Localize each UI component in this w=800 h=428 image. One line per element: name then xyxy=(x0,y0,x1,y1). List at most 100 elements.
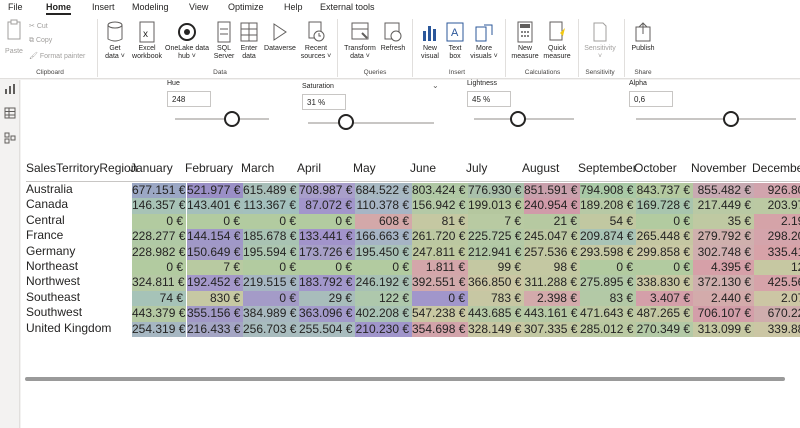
matrix-cell[interactable]: 122 € xyxy=(355,290,412,307)
alpha-input[interactable]: 0,6 xyxy=(629,91,673,107)
matrix-cell[interactable]: 392.551 € xyxy=(412,275,468,291)
chevron-down-icon[interactable]: ⌄ xyxy=(432,81,439,90)
matrix-cell[interactable]: 216.433 € xyxy=(187,321,243,337)
matrix-cell[interactable]: 776.930 € xyxy=(468,183,524,199)
matrix-row-label[interactable]: United Kingdom xyxy=(26,321,111,335)
matrix-row-header[interactable]: SalesTerritoryRegion xyxy=(26,161,137,175)
paste-button[interactable]: Paste xyxy=(3,19,25,59)
new-measure-button[interactable]: New measure xyxy=(509,21,541,66)
matrix-row-label[interactable]: Northwest xyxy=(26,274,80,288)
matrix-cell[interactable]: 328.149 € xyxy=(468,321,524,337)
alpha-thumb[interactable] xyxy=(723,111,739,127)
matrix-cell[interactable]: 54 € xyxy=(580,213,636,230)
matrix-cell[interactable]: 29 € xyxy=(299,290,355,307)
matrix-cell[interactable]: 35 € xyxy=(693,213,754,230)
matrix-cell[interactable]: 192.452 € xyxy=(187,275,243,291)
onelake-data-hub-button[interactable]: OneLake data hub ˅ xyxy=(163,21,211,66)
matrix-cell[interactable]: 708.987 € xyxy=(299,183,355,199)
matrix-cell[interactable]: 311.288 € xyxy=(524,275,580,291)
publish-button[interactable]: Publish xyxy=(628,21,658,66)
matrix-cell[interactable]: 851.591 € xyxy=(524,183,580,199)
matrix-cell[interactable]: 324.811 € xyxy=(132,275,186,291)
matrix-row-label[interactable]: Southeast xyxy=(26,290,80,304)
matrix-cell[interactable]: 803.424 € xyxy=(412,183,468,199)
matrix-cell[interactable]: 363.096 € xyxy=(299,306,355,322)
matrix-cell[interactable]: 261.720 € xyxy=(412,229,468,245)
matrix-cell[interactable]: 855.482 € xyxy=(693,183,754,199)
saturation-thumb[interactable] xyxy=(338,114,355,130)
matrix-cell[interactable]: 0 € xyxy=(636,213,693,230)
menu-home[interactable]: Home xyxy=(46,2,71,12)
matrix-column-header[interactable]: July xyxy=(466,161,487,175)
menu-external-tools[interactable]: External tools xyxy=(320,2,375,12)
matrix-cell[interactable]: 384.989 € xyxy=(243,306,299,322)
sql-server-button[interactable]: SQL Server xyxy=(211,21,237,66)
model-view-icon[interactable] xyxy=(4,132,16,144)
matrix-cell[interactable]: 1.811 € xyxy=(412,260,468,276)
matrix-cell[interactable]: 0 € xyxy=(299,260,355,276)
matrix-cell[interactable]: 794.908 € xyxy=(580,183,636,199)
matrix-cell[interactable]: 146.357 € xyxy=(132,198,186,214)
matrix-cell[interactable]: 843.737 € xyxy=(636,183,693,199)
matrix-cell[interactable]: 279.792 € xyxy=(693,229,754,245)
matrix-cell[interactable]: 144.154 € xyxy=(187,229,243,245)
matrix-cell[interactable]: 443.161 € xyxy=(524,306,580,322)
matrix-cell[interactable]: 608 € xyxy=(355,213,412,230)
matrix-column-header[interactable]: April xyxy=(297,161,321,175)
refresh-button[interactable]: Refresh xyxy=(379,21,407,66)
matrix-column-header[interactable]: October xyxy=(634,161,677,175)
more-visuals-button[interactable]: More visuals ˅ xyxy=(469,21,499,66)
matrix-cell[interactable]: 471.643 € xyxy=(580,306,636,322)
matrix-cell[interactable]: 0 € xyxy=(243,260,299,276)
matrix-cell[interactable]: 0 € xyxy=(636,260,693,276)
matrix-column-header[interactable]: February xyxy=(185,161,233,175)
matrix-cell[interactable]: 166.663 € xyxy=(355,229,412,245)
matrix-cell[interactable]: 425.561 € xyxy=(754,275,800,291)
matrix-row-label[interactable]: Germany xyxy=(26,244,75,258)
matrix-cell[interactable]: 402.208 € xyxy=(355,306,412,322)
matrix-cell[interactable]: 926.803 € xyxy=(754,183,800,199)
matrix-cell[interactable]: 302.748 € xyxy=(693,244,754,260)
matrix-row-label[interactable]: Southwest xyxy=(26,305,82,319)
matrix-cell[interactable]: 0 € xyxy=(580,260,636,276)
matrix-column-header[interactable]: August xyxy=(522,161,559,175)
matrix-cell[interactable]: 372.130 € xyxy=(693,275,754,291)
menu-modeling[interactable]: Modeling xyxy=(132,2,169,12)
matrix-column-header[interactable]: March xyxy=(241,161,274,175)
matrix-cell[interactable]: 0 € xyxy=(132,260,186,276)
menu-help[interactable]: Help xyxy=(284,2,303,12)
matrix-cell[interactable]: 2.440 € xyxy=(693,290,754,307)
copy-button[interactable]: ⧉ Copy xyxy=(29,37,52,45)
saturation-track[interactable] xyxy=(308,122,434,124)
matrix-cell[interactable]: 706.107 € xyxy=(693,306,754,322)
matrix-cell[interactable]: 195.594 € xyxy=(243,244,299,260)
new-visual-button[interactable]: New visual xyxy=(417,21,443,66)
matrix-cell[interactable]: 203.974 € xyxy=(754,198,800,214)
table-view-icon[interactable] xyxy=(4,107,16,119)
matrix-cell[interactable]: 74 € xyxy=(132,290,186,307)
matrix-cell[interactable]: 257.536 € xyxy=(524,244,580,260)
matrix-cell[interactable]: 307.335 € xyxy=(524,321,580,337)
matrix-column-header[interactable]: May xyxy=(353,161,376,175)
matrix-cell[interactable]: 113.367 € xyxy=(243,198,299,214)
report-view-icon[interactable] xyxy=(4,83,16,95)
matrix-cell[interactable]: 81 € xyxy=(412,213,468,230)
matrix-row-label[interactable]: Central xyxy=(26,213,65,227)
matrix-cell[interactable]: 209.874 € xyxy=(580,229,636,245)
matrix-cell[interactable]: 830 € xyxy=(187,290,243,307)
matrix-cell[interactable]: 443.379 € xyxy=(132,306,186,322)
matrix-cell[interactable]: 246.192 € xyxy=(355,275,412,291)
matrix-cell[interactable]: 210.230 € xyxy=(355,321,412,337)
matrix-cell[interactable]: 0 € xyxy=(187,213,243,230)
matrix-cell[interactable]: 783 € xyxy=(468,290,524,307)
matrix-cell[interactable]: 3.407 € xyxy=(636,290,693,307)
matrix-cell[interactable]: 195.450 € xyxy=(355,244,412,260)
hue-input[interactable]: 248 xyxy=(167,91,211,107)
matrix-cell[interactable]: 99 € xyxy=(468,260,524,276)
matrix-cell[interactable]: 110.378 € xyxy=(355,198,412,214)
matrix-cell[interactable]: 169.728 € xyxy=(636,198,693,214)
matrix-cell[interactable]: 313.099 € xyxy=(693,321,754,337)
sensitivity-button[interactable]: Sensitivity ˅ xyxy=(581,21,619,66)
saturation-input[interactable]: 31 % xyxy=(302,94,346,110)
transform-data-button[interactable]: Transform data ˅ xyxy=(341,21,379,66)
